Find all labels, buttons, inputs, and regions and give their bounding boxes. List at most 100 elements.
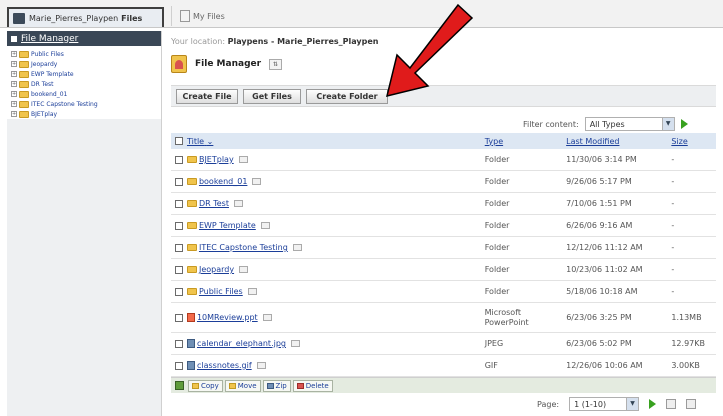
breadcrumb-path[interactable]: Playpens - Marie_Pierres_Playpen bbox=[228, 37, 379, 46]
row-type: GIF bbox=[484, 361, 498, 370]
table-row[interactable]: EWP Template Folder 6/26/06 9:16 AM - bbox=[171, 215, 716, 237]
column-title[interactable]: Title ⌄ bbox=[187, 137, 485, 146]
delete-button[interactable]: Delete bbox=[292, 379, 333, 392]
select-all-checkbox[interactable] bbox=[175, 137, 183, 145]
rename-icon[interactable] bbox=[252, 178, 262, 185]
row-checkbox[interactable] bbox=[175, 339, 183, 348]
table-row[interactable]: calendar_elephant.jpg JPEG 6/23/06 5:02 … bbox=[171, 333, 716, 355]
table-row[interactable]: DR Test Folder 7/10/06 1:51 PM - bbox=[171, 193, 716, 215]
refresh-icon[interactable] bbox=[666, 399, 677, 409]
table-row[interactable]: ITEC Capstone Testing Folder 12/12/06 11… bbox=[171, 237, 716, 259]
row-size: - bbox=[671, 221, 675, 230]
expand-plus-icon[interactable]: + bbox=[11, 61, 17, 67]
tree-item-dr-test[interactable]: + DR Test bbox=[11, 79, 161, 89]
expand-plus-icon[interactable]: + bbox=[11, 101, 17, 107]
tree-item-public-files[interactable]: + Public Files bbox=[11, 49, 161, 59]
move-label: Move bbox=[237, 381, 257, 390]
rename-icon[interactable] bbox=[292, 244, 302, 251]
row-title-link[interactable]: classnotes.gif bbox=[197, 361, 252, 370]
folder-icon bbox=[186, 200, 197, 207]
rename-icon[interactable] bbox=[290, 340, 300, 347]
expand-plus-icon[interactable]: + bbox=[11, 91, 17, 97]
row-modified: 10/23/06 11:02 AM bbox=[566, 265, 643, 274]
row-title-link[interactable]: Public Files bbox=[199, 287, 243, 296]
settings-icon[interactable] bbox=[686, 399, 697, 409]
expand-plus-icon[interactable]: + bbox=[11, 71, 17, 77]
rename-icon[interactable] bbox=[233, 200, 243, 207]
row-title-link[interactable]: ITEC Capstone Testing bbox=[199, 243, 288, 252]
table-row[interactable]: Jeopardy Folder 10/23/06 11:02 AM - bbox=[171, 259, 716, 281]
row-size: - bbox=[671, 199, 675, 208]
row-title-link[interactable]: BJETplay bbox=[199, 155, 234, 164]
create-file-button[interactable]: Create File bbox=[176, 89, 238, 104]
move-button[interactable]: Move bbox=[224, 379, 261, 392]
column-last-modified[interactable]: Last Modified bbox=[566, 137, 671, 146]
row-checkbox[interactable] bbox=[175, 177, 183, 186]
get-files-button[interactable]: Get Files bbox=[243, 89, 301, 104]
row-checkbox[interactable] bbox=[175, 265, 183, 274]
create-folder-button[interactable]: Create Folder bbox=[306, 89, 388, 104]
go-arrow-icon[interactable] bbox=[680, 119, 688, 129]
row-title-link[interactable]: EWP Template bbox=[199, 221, 256, 230]
row-modified: 9/26/06 5:17 PM bbox=[566, 177, 632, 186]
column-size[interactable]: Size bbox=[671, 137, 716, 146]
copy-label: Copy bbox=[201, 381, 219, 390]
table-header: Title ⌄ Type Last Modified Size bbox=[171, 133, 716, 149]
tree-item-itec-capstone[interactable]: + ITEC Capstone Testing bbox=[11, 99, 161, 109]
row-checkbox[interactable] bbox=[175, 199, 183, 208]
row-checkbox[interactable] bbox=[175, 243, 183, 252]
next-page-arrow-icon[interactable] bbox=[649, 399, 657, 409]
tab-playpen-files[interactable]: Marie_Pierres_Playpen Files bbox=[7, 7, 164, 27]
zip-button[interactable]: Zip bbox=[262, 379, 291, 392]
copy-icon bbox=[192, 382, 199, 389]
tab-my-files[interactable]: My Files bbox=[180, 10, 225, 22]
chevron-down-icon[interactable]: ▼ bbox=[626, 398, 639, 410]
folder-tree-header[interactable]: File Manager bbox=[7, 31, 161, 46]
tree-item-label: bookend_01 bbox=[31, 90, 68, 98]
chevron-down-icon[interactable]: ▼ bbox=[661, 118, 674, 130]
row-checkbox[interactable] bbox=[175, 313, 183, 322]
copy-button[interactable]: Copy bbox=[188, 379, 223, 392]
row-checkbox[interactable] bbox=[175, 221, 183, 230]
folder-icon bbox=[19, 70, 29, 78]
tab-playpen-label: Marie_Pierres_Playpen bbox=[29, 13, 119, 23]
file-table: Title ⌄ Type Last Modified Size BJETplay… bbox=[171, 133, 716, 393]
row-title-link[interactable]: DR Test bbox=[199, 199, 229, 208]
row-checkbox[interactable] bbox=[175, 361, 183, 370]
tree-item-bjetplay[interactable]: + BJETplay bbox=[11, 109, 161, 119]
table-row[interactable]: BJETplay Folder 11/30/06 3:14 PM - bbox=[171, 149, 716, 171]
table-row[interactable]: 10MReview.ppt Microsoft PowerPoint 6/23/… bbox=[171, 303, 716, 333]
expand-plus-icon[interactable]: + bbox=[11, 51, 17, 57]
rename-icon[interactable] bbox=[247, 288, 257, 295]
column-type[interactable]: Type bbox=[485, 137, 566, 146]
select-toggle-icon[interactable] bbox=[175, 381, 184, 390]
row-size: - bbox=[671, 287, 675, 296]
folder-icon bbox=[186, 222, 197, 229]
tree-item-ewp-template[interactable]: + EWP Template bbox=[11, 69, 161, 79]
row-title-link[interactable]: bookend_01 bbox=[199, 177, 247, 186]
rename-icon[interactable] bbox=[238, 156, 248, 163]
folder-tree-title: File Manager bbox=[21, 33, 79, 44]
expand-plus-icon[interactable]: + bbox=[11, 81, 17, 87]
tree-item-bookend[interactable]: + bookend_01 bbox=[11, 89, 161, 99]
expand-plus-icon[interactable]: + bbox=[11, 111, 17, 117]
rename-icon[interactable] bbox=[256, 362, 266, 369]
row-type: Folder bbox=[484, 221, 510, 230]
sort-arrow-icon: ⌄ bbox=[206, 136, 214, 146]
rename-icon[interactable] bbox=[262, 314, 272, 321]
row-title-link[interactable]: Jeopardy bbox=[199, 265, 234, 274]
rename-icon[interactable] bbox=[260, 222, 270, 229]
page-select[interactable]: 1 (1-10) ▼ bbox=[569, 397, 640, 411]
table-row[interactable]: classnotes.gif GIF 12/26/06 10:06 AM 3.0… bbox=[171, 355, 716, 377]
row-type: Microsoft PowerPoint bbox=[484, 307, 529, 327]
rename-icon[interactable] bbox=[239, 266, 249, 273]
row-checkbox[interactable] bbox=[175, 287, 183, 296]
tree-item-jeopardy[interactable]: + Jeopardy bbox=[11, 59, 161, 69]
table-row[interactable]: bookend_01 Folder 9/26/06 5:17 PM - bbox=[171, 171, 716, 193]
help-icon[interactable]: ⇅ bbox=[269, 58, 283, 70]
row-title-link[interactable]: 10MReview.ppt bbox=[197, 313, 258, 322]
table-row[interactable]: Public Files Folder 5/18/06 10:18 AM - bbox=[171, 281, 716, 303]
filter-select[interactable]: All Types ▼ bbox=[584, 117, 675, 131]
row-title-link[interactable]: calendar_elephant.jpg bbox=[197, 339, 286, 348]
row-checkbox[interactable] bbox=[175, 155, 183, 164]
